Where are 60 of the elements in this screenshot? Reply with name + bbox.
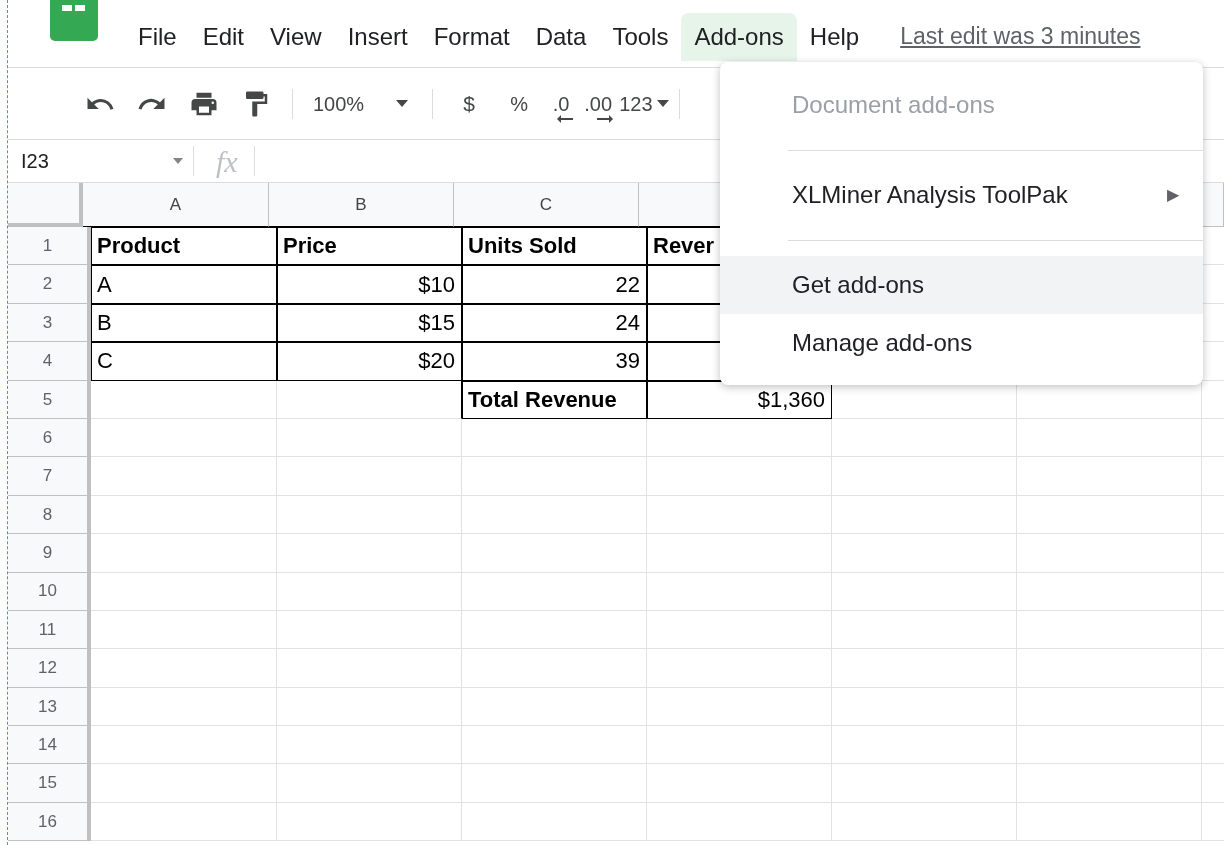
row-header[interactable]: 13 [8, 687, 91, 727]
right-arrow-icon [597, 114, 614, 123]
table-cell: Units Sold [462, 227, 647, 266]
number-format-dropdown[interactable]: 123 [619, 88, 669, 119]
column-header[interactable]: A [83, 183, 269, 227]
table-cell: Price [277, 227, 462, 266]
zoom-dropdown[interactable]: 100% [313, 88, 409, 119]
row-header[interactable]: 6 [8, 418, 91, 458]
table-cell: C [91, 342, 277, 381]
submenu-arrow-icon: ▶ [1167, 183, 1179, 207]
column-header[interactable]: C [454, 183, 639, 227]
left-arrow-icon [557, 114, 574, 123]
table-cell: 39 [462, 342, 647, 381]
row-header[interactable]: 15 [8, 764, 91, 803]
last-edit-link[interactable]: Last edit was 3 minutes [900, 18, 1141, 53]
table-cell: Total Revenue [462, 380, 647, 419]
row-header[interactable]: 9 [8, 534, 91, 573]
table-cell: Product [91, 227, 277, 266]
column-header[interactable]: B [269, 183, 454, 227]
row-header[interactable]: 5 [8, 380, 91, 419]
row-header[interactable]: 16 [8, 802, 91, 842]
menu-item[interactable]: Get add-ons [720, 256, 1203, 314]
table-cell: 24 [462, 303, 647, 343]
row-header[interactable]: 2 [8, 265, 91, 304]
currency-format-button[interactable]: $ [449, 87, 490, 120]
menu-item[interactable]: XLMiner Analysis ToolPak ▶ [720, 166, 1203, 224]
menu-item[interactable]: Insert [334, 13, 421, 61]
dropdown-caret-icon [656, 100, 669, 107]
row-header[interactable]: 11 [8, 610, 91, 650]
menu-item[interactable]: Tools [599, 13, 682, 61]
menu-item[interactable]: Add-ons [681, 13, 797, 61]
menu-item[interactable]: Manage add-ons [720, 314, 1203, 372]
percent-format-button[interactable]: % [499, 88, 540, 119]
table-cell: $20 [277, 342, 462, 381]
decrease-decimals-button[interactable]: .0 [549, 84, 574, 123]
row-header[interactable]: 1 [8, 227, 91, 266]
increase-decimals-button[interactable]: .00 [583, 84, 614, 123]
menu-item[interactable]: File [125, 13, 190, 61]
table-cell: B [91, 303, 277, 343]
row-header[interactable]: 14 [8, 726, 91, 765]
row-header[interactable]: 4 [8, 342, 91, 381]
row-header[interactable]: 7 [8, 457, 91, 496]
menu-item[interactable]: View [257, 13, 335, 61]
row-header[interactable]: 12 [8, 649, 91, 688]
row-header[interactable]: 10 [8, 572, 91, 611]
name-box[interactable]: I23 [8, 140, 193, 182]
row-header[interactable]: 8 [8, 495, 91, 535]
sheets-logo-icon[interactable] [50, 0, 98, 41]
dropdown-caret-icon [173, 158, 183, 164]
dropdown-caret-icon [396, 100, 409, 107]
menu-item[interactable]: Data [522, 13, 600, 61]
table-cell: 22 [462, 265, 647, 304]
formula-icon: fx [216, 138, 238, 184]
row-header[interactable]: 3 [8, 303, 91, 343]
table-cell: $15 [277, 303, 462, 343]
menu-item[interactable]: Edit [189, 13, 258, 61]
table-cell: A [91, 265, 277, 304]
menu-item[interactable]: Format [420, 13, 523, 61]
menu-item[interactable]: Help [796, 13, 873, 61]
table-cell: $10 [277, 265, 462, 304]
